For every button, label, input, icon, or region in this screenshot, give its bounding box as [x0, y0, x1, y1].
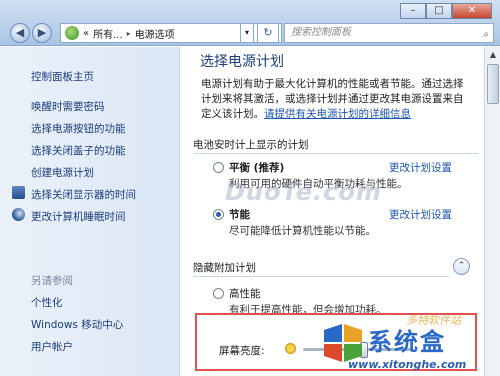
divider: [193, 276, 449, 277]
watermark-duote: DuoTe.com: [225, 178, 382, 206]
change-settings-link-power-saver[interactable]: 更改计划设置: [389, 207, 452, 222]
radio-high-performance[interactable]: [213, 288, 224, 299]
sidebar: 控制面板主页 唤醒时需要密码 选择电源按钮的功能 选择关闭盖子的功能 创建电源计…: [0, 47, 180, 376]
plan-name-power-saver[interactable]: 节能: [229, 207, 250, 222]
plan-desc-power-saver: 尽可能降低计算机性能以节能。: [229, 225, 376, 237]
title-bar: – □ ✕ ◀ ▶ « 所有... ▸ 电源选项 ▾ ↻ 搜索控制面板 ⌕: [0, 0, 500, 46]
sidebar-item-home[interactable]: 控制面板主页: [31, 69, 94, 84]
plan-description: 电源计划有助于最大化计算机的性能或者节能。通过选择计划来将其激活，或选择计划并通…: [201, 77, 471, 122]
maximize-button[interactable]: □: [426, 3, 452, 19]
refresh-icon[interactable]: ↻: [257, 23, 279, 43]
address-dropdown-icon[interactable]: ▾: [240, 23, 254, 43]
hidden-plans-heading: 隐藏附加计划: [193, 262, 256, 274]
collapse-chevron-icon[interactable]: ⌃: [453, 258, 470, 275]
sidebar-item-wake-password[interactable]: 唤醒时需要密码: [31, 99, 105, 114]
forward-button[interactable]: ▶: [32, 23, 52, 43]
sidebar-item-power-button[interactable]: 选择电源按钮的功能: [31, 121, 126, 136]
breadcrumb-separator[interactable]: ▸: [127, 29, 131, 38]
battery-plans-heading: 电池安时计上显示的计划: [193, 139, 309, 151]
search-icon[interactable]: ⌕: [483, 26, 489, 44]
back-button[interactable]: ◀: [10, 23, 30, 43]
plan-name-high-performance[interactable]: 高性能: [229, 286, 261, 301]
change-settings-link-balanced[interactable]: 更改计划设置: [389, 160, 452, 175]
watermark-url: www.xitonghe.com: [348, 358, 467, 371]
brightness-label: 屏幕亮度:: [219, 345, 265, 357]
scrollbar-thumb[interactable]: [487, 64, 499, 104]
minimize-button[interactable]: –: [400, 3, 426, 19]
breadcrumb-all[interactable]: 所有...: [93, 26, 123, 41]
sidebar-item-mobility-center[interactable]: Windows 移动中心: [31, 317, 123, 332]
scroll-up-icon[interactable]: ▲: [486, 48, 500, 62]
radio-balanced[interactable]: [213, 162, 224, 173]
plan-info-link[interactable]: 请提供有关电源计划的详细信息: [264, 108, 411, 120]
watermark-logo: 多特软件站 系统盒 www.xitonghe.com: [322, 314, 494, 374]
breadcrumb-power-options[interactable]: 电源选项: [135, 26, 175, 41]
monitor-icon: [12, 186, 25, 199]
control-panel-icon: [65, 26, 79, 40]
watermark-brand: 系统盒: [368, 328, 446, 356]
sidebar-item-display-off[interactable]: 选择关闭显示器的时间: [31, 187, 136, 202]
brightness-sun-icon: [285, 343, 296, 354]
window-controls: – □ ✕: [400, 3, 492, 19]
search-placeholder: 搜索控制面板: [291, 27, 351, 38]
close-button[interactable]: ✕: [452, 3, 492, 19]
sidebar-item-user-accounts[interactable]: 用户帐户: [31, 339, 73, 354]
sleep-moon-icon: [12, 208, 25, 221]
see-also-heading: 另请参阅: [31, 275, 73, 287]
sidebar-item-lid[interactable]: 选择关闭盖子的功能: [31, 143, 126, 158]
radio-power-saver[interactable]: [213, 209, 224, 220]
search-input[interactable]: 搜索控制面板 ⌕: [284, 23, 494, 43]
address-prefix[interactable]: «: [83, 28, 89, 39]
sidebar-item-create-plan[interactable]: 创建电源计划: [31, 165, 94, 180]
sidebar-item-personalize[interactable]: 个性化: [31, 295, 63, 310]
divider: [193, 153, 479, 154]
plan-name-balanced[interactable]: 平衡 (推荐): [229, 160, 284, 175]
page-title: 选择电源计划: [200, 54, 284, 70]
sidebar-item-sleep[interactable]: 更改计算机睡眠时间: [31, 209, 126, 224]
